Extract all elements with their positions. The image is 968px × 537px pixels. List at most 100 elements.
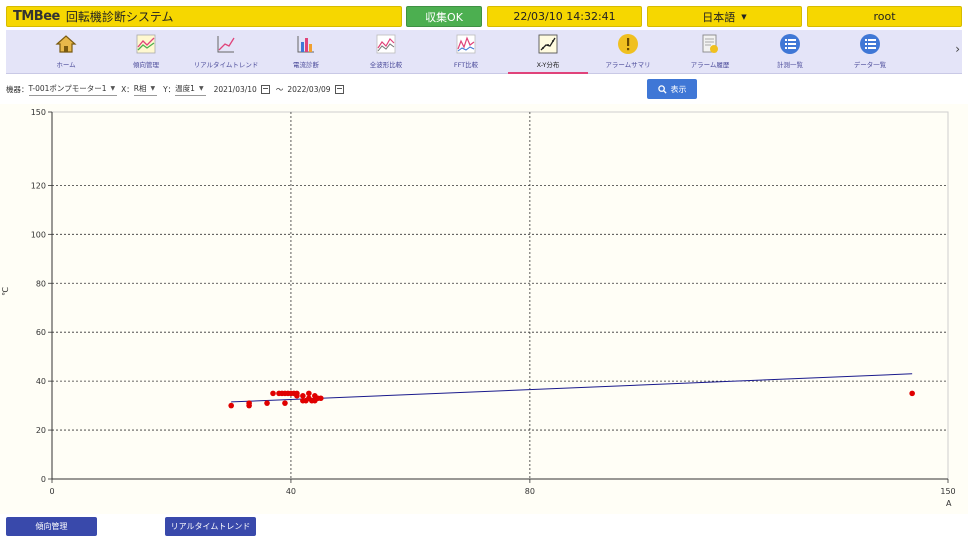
y-axis-select[interactable]: 温度1 ▼: [175, 83, 206, 96]
main-nav: ホーム 傾向管理 リアルタイムトレンド 電流診断 全波形比較 FFT比較 X-Y…: [6, 30, 962, 74]
current-datetime: 22/03/10 14:32:41: [487, 6, 642, 27]
data-point: [306, 390, 312, 397]
nav-label: 全波形比較: [369, 61, 403, 69]
alarm-icon: [617, 33, 639, 55]
nav-label: ホーム: [56, 61, 76, 69]
x-axis-title: A: [946, 499, 952, 508]
list-icon: [859, 33, 881, 55]
search-icon: [657, 84, 667, 94]
nav-label: FFT比較: [453, 61, 479, 69]
top-bar: TMBee 回転機診断システム 収集OK 22/03/10 14:32:41 日…: [0, 0, 968, 30]
y-axis-value: 温度1: [175, 83, 195, 93]
xy-chart: 0 20 40 60 80 100 120 150 0 40 80 150 ℃ A: [0, 104, 968, 514]
collection-status-badge: 収集OK: [406, 6, 482, 27]
calendar-icon[interactable]: [260, 84, 270, 94]
show-button[interactable]: 表示: [647, 79, 697, 99]
x-tick-label: 40: [286, 487, 296, 496]
realtime-trend-button[interactable]: リアルタイムトレンド: [165, 517, 256, 536]
chart-ticks: 0 20 40 60 80 100 120 150 0 40 80 150: [31, 108, 956, 496]
nav-item-realtime-trend[interactable]: リアルタイムトレンド: [186, 30, 266, 74]
data-point: [270, 390, 276, 397]
xy-chart-svg: 0 20 40 60 80 100 120 150 0 40 80 150 ℃ A: [1, 108, 956, 508]
x-axis-value: R相: [133, 83, 147, 93]
nav-item-current-diagnosis[interactable]: 電流診断: [266, 30, 346, 74]
data-point: [294, 390, 300, 397]
nav-item-trend[interactable]: 傾向管理: [106, 30, 186, 74]
trend-management-button[interactable]: 傾向管理: [6, 517, 97, 536]
home-icon: [55, 33, 77, 55]
list-icon: [779, 33, 801, 55]
data-point: [909, 390, 915, 397]
x-axis-select[interactable]: R相 ▼: [133, 83, 158, 96]
waveform-compare-icon: [375, 33, 397, 55]
x-tick-label: 0: [49, 487, 54, 496]
language-value: 日本語: [702, 10, 736, 24]
nav-item-fft-compare[interactable]: FFT比較: [426, 30, 506, 74]
xy-distribution-icon: [537, 33, 559, 55]
data-point: [300, 393, 306, 399]
y-tick-label: 100: [31, 230, 46, 239]
x-axis-label: X：: [121, 84, 134, 94]
chevron-down-icon: ▼: [150, 84, 156, 92]
nav-item-alarm-summary[interactable]: アラームサマリ: [588, 30, 668, 74]
data-point: [264, 400, 270, 406]
date-separator: ～: [275, 84, 284, 94]
nav-label: 電流診断: [293, 61, 319, 69]
nav-label: データ一覧: [853, 61, 887, 69]
realtime-trend-icon: [215, 33, 237, 55]
nav-label: 計測一覧: [777, 61, 803, 69]
nav-scroll-right-icon[interactable]: ›: [955, 42, 960, 56]
chevron-down-icon: ▼: [110, 84, 116, 92]
y-tick-label: 120: [31, 181, 46, 190]
nav-label: アラーム履歴: [690, 61, 730, 69]
chevron-down-icon: ▼: [198, 84, 204, 92]
device-select[interactable]: T-001ポンプモーター1 ▼: [28, 83, 118, 96]
fft-compare-icon: [455, 33, 477, 55]
nav-item-waveform-compare[interactable]: 全波形比較: [346, 30, 426, 74]
chart-grid: [51, 111, 949, 480]
y-tick-label: 150: [31, 108, 46, 117]
nav-item-home[interactable]: ホーム: [26, 30, 106, 74]
plot-frame: [51, 111, 949, 480]
nav-label: アラームサマリ: [605, 61, 651, 69]
show-button-label: 表示: [670, 84, 687, 94]
data-point: [282, 400, 288, 406]
data-point: [318, 395, 324, 402]
nav-label: 傾向管理: [133, 61, 159, 69]
nav-label: リアルタイムトレンド: [193, 61, 259, 69]
nav-item-alarm-history[interactable]: アラーム履歴: [670, 30, 750, 74]
calendar-icon[interactable]: [334, 84, 344, 94]
trend-line: [231, 373, 913, 403]
y-tick-label: 20: [36, 426, 46, 435]
x-tick-label: 150: [940, 487, 955, 496]
device-value: T-001ポンプモーター1: [28, 83, 107, 93]
data-point: [228, 402, 234, 409]
data-point: [246, 400, 252, 406]
nav-item-xy-distribution[interactable]: X-Y分布: [508, 30, 588, 74]
app-logo: TMBee: [13, 9, 60, 24]
nav-label: X-Y分布: [536, 61, 560, 69]
date-from-input[interactable]: 2021/03/10: [214, 85, 257, 94]
app-title-box: TMBee 回転機診断システム: [6, 6, 402, 27]
trend-icon: [135, 33, 157, 55]
y-tick-label: 40: [36, 377, 46, 386]
chart-axes: [51, 112, 948, 480]
date-to-input[interactable]: 2022/03/09: [287, 85, 330, 94]
device-label: 機器：: [6, 84, 29, 94]
filter-bar: 機器： T-001ポンプモーター1 ▼ X： R相 ▼ Y： 温度1 ▼ 202…: [6, 80, 350, 98]
language-select[interactable]: 日本語 ▼: [647, 6, 802, 27]
y-axis-label: Y：: [163, 84, 176, 94]
nav-item-measurement-list[interactable]: 計測一覧: [750, 30, 830, 74]
chart-series: [228, 373, 915, 409]
y-tick-label: 60: [36, 328, 46, 337]
y-axis-title: ℃: [1, 287, 10, 296]
y-tick-label: 80: [36, 279, 46, 288]
chevron-down-icon: ▼: [741, 12, 747, 21]
nav-item-data-list[interactable]: データ一覧: [830, 30, 910, 74]
y-tick-label: 0: [41, 475, 46, 484]
system-name: 回転機診断システム: [65, 10, 174, 24]
user-menu[interactable]: root: [807, 6, 962, 27]
alarm-history-icon: [699, 33, 721, 55]
x-tick-label: 80: [525, 487, 535, 496]
current-diagnosis-icon: [295, 33, 317, 55]
